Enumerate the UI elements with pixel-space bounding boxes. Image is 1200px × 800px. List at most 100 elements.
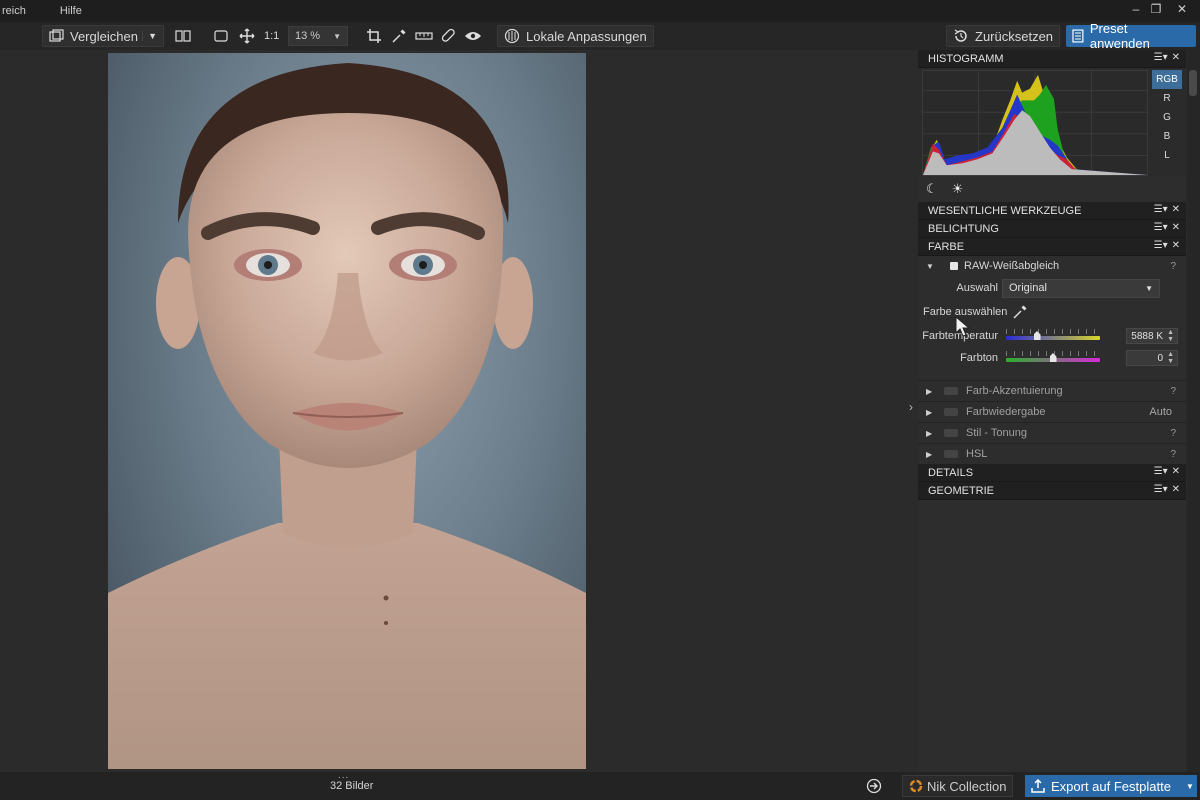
scrollbar-thumb[interactable]: [1189, 70, 1197, 96]
local-adjustments-label: Lokale Anpassungen: [526, 28, 647, 44]
caret-right-icon[interactable]: ▶: [926, 408, 940, 417]
channel-rgb[interactable]: RGB: [1152, 70, 1182, 89]
nik-collection-button[interactable]: Nik Collection: [902, 775, 1014, 797]
reset-button[interactable]: Zurücksetzen: [946, 25, 1061, 47]
histogram-channels: RGB R G B L: [1152, 70, 1182, 165]
move-icon[interactable]: [236, 25, 258, 47]
channel-g[interactable]: G: [1152, 108, 1182, 127]
zoom-value: 13 %: [295, 30, 321, 42]
sun-icon[interactable]: ☀: [952, 181, 964, 197]
channel-r[interactable]: R: [1152, 89, 1182, 108]
close-icon[interactable]: ✕: [1172, 52, 1180, 63]
help-icon[interactable]: ?: [1170, 386, 1176, 397]
tint-row: Farbton 0 ▲ ▼: [918, 348, 1186, 368]
caret-right-icon[interactable]: ▶: [926, 450, 940, 459]
color-rendering-mode: Auto: [1149, 406, 1172, 418]
menu-item-bereich[interactable]: reich: [0, 5, 38, 17]
style-toning-toggle[interactable]: [944, 429, 958, 437]
zoom-one-to-one-button[interactable]: 1:1: [258, 25, 285, 47]
white-balance-toggle[interactable]: [950, 262, 958, 270]
menu-item-hilfe[interactable]: Hilfe: [58, 5, 94, 17]
histogram-graph: [922, 70, 1148, 176]
color-accent-subsection[interactable]: ▶ Farb-Akzentuierung ?: [918, 381, 1186, 401]
panel-collapse-handle[interactable]: ›: [909, 400, 913, 414]
temperature-slider[interactable]: [1006, 329, 1100, 343]
hsl-toggle[interactable]: [944, 450, 958, 458]
fit-screen-icon[interactable]: [210, 25, 232, 47]
portrait-photo[interactable]: [108, 53, 586, 769]
hsl-subsection[interactable]: ▶ HSL ?: [918, 444, 1186, 464]
caret-right-icon[interactable]: ▶: [926, 387, 940, 396]
next-image-button[interactable]: [860, 775, 888, 797]
chevron-down-icon: ▼: [1186, 781, 1194, 791]
geometry-header[interactable]: GEOMETRIE ☰▾ ✕: [918, 482, 1186, 500]
color-rendering-subsection[interactable]: ▶ Farbwiedergabe Auto: [918, 402, 1186, 422]
style-toning-subsection[interactable]: ▶ Stil - Tonung ?: [918, 423, 1186, 443]
tool-panel: HISTOGRAMM ☰▾ ✕ RGB R G B L ☾ ☀ WESENTLIC…: [918, 50, 1186, 772]
eye-icon[interactable]: [462, 25, 484, 47]
channel-b[interactable]: B: [1152, 127, 1182, 146]
restore-button[interactable]: ❐: [1146, 2, 1166, 16]
apply-preset-label: Preset anwenden: [1089, 21, 1150, 51]
spinner-icon[interactable]: ▲ ▼: [1167, 329, 1174, 343]
export-button[interactable]: Export auf Festplatte: [1025, 775, 1183, 797]
eyedropper-icon[interactable]: [1012, 304, 1028, 320]
menu-icon[interactable]: ☰▾: [1154, 222, 1168, 233]
compare-button[interactable]: Vergleichen ▼: [42, 25, 164, 47]
close-window-button[interactable]: ✕: [1172, 2, 1192, 16]
close-icon[interactable]: ✕: [1172, 484, 1180, 495]
straighten-icon[interactable]: [413, 25, 435, 47]
menu-icon[interactable]: ☰▾: [1154, 466, 1168, 477]
nik-collection-label: Nik Collection: [927, 778, 1007, 794]
help-icon[interactable]: ?: [1170, 449, 1176, 460]
caret-down-icon[interactable]: ▼: [926, 262, 940, 271]
tint-input[interactable]: 0 ▲ ▼: [1126, 350, 1178, 366]
white-balance-subsection[interactable]: ▼ RAW-Weißabgleich ?: [918, 256, 1186, 276]
color-rendering-toggle[interactable]: [944, 408, 958, 416]
close-icon[interactable]: ✕: [1172, 240, 1180, 251]
exposure-header[interactable]: BELICHTUNG ☰▾ ✕: [918, 220, 1186, 238]
details-header[interactable]: DETAILS ☰▾ ✕: [918, 464, 1186, 482]
crop-icon[interactable]: [363, 25, 385, 47]
close-icon[interactable]: ✕: [1172, 222, 1180, 233]
selection-row: Auswahl Original ▼: [918, 276, 1186, 300]
color-header[interactable]: FARBE ☰▾ ✕: [918, 238, 1186, 256]
chevron-down-icon[interactable]: ▼: [142, 31, 157, 41]
compare-icon: [49, 29, 64, 42]
histogram-header[interactable]: HISTOGRAMM ☰▾ ✕: [918, 50, 1186, 68]
menu-icon[interactable]: ☰▾: [1154, 240, 1168, 251]
help-icon[interactable]: ?: [1170, 428, 1176, 439]
menu-icon[interactable]: ☰▾: [1154, 484, 1168, 495]
image-canvas[interactable]: [0, 50, 908, 772]
menu-icon[interactable]: ☰▾: [1154, 52, 1168, 63]
export-label: Export auf Festplatte: [1051, 778, 1171, 794]
minimize-button[interactable]: –: [1126, 2, 1146, 16]
close-icon[interactable]: ✕: [1172, 204, 1180, 215]
selection-select[interactable]: Original ▼: [1002, 278, 1160, 298]
reset-icon: [954, 29, 967, 42]
moon-icon[interactable]: ☾: [926, 181, 938, 197]
channel-l[interactable]: L: [1152, 146, 1182, 165]
spinner-icon[interactable]: ▲ ▼: [1167, 351, 1174, 365]
split-view-icon[interactable]: [172, 25, 194, 47]
zoom-select[interactable]: 13 % ▼: [288, 26, 348, 46]
local-adjustments-button[interactable]: Lokale Anpassungen: [497, 25, 654, 47]
color-rendering-label: Farbwiedergabe: [966, 406, 1046, 418]
hsl-label: HSL: [966, 448, 988, 460]
apply-preset-button[interactable]: Preset anwenden: [1066, 21, 1196, 51]
color-accent-toggle[interactable]: [944, 387, 958, 395]
reset-label: Zurücksetzen: [975, 28, 1054, 44]
tint-label: Farbton: [960, 352, 998, 364]
temperature-input[interactable]: 5888 K ▲ ▼: [1126, 328, 1178, 344]
eyedropper-icon[interactable]: [388, 25, 410, 47]
menu-icon[interactable]: ☰▾: [1154, 204, 1168, 215]
histogram-area: RGB R G B L: [918, 68, 1186, 176]
panel-scrollbar[interactable]: [1187, 50, 1200, 772]
help-icon[interactable]: ?: [1170, 261, 1176, 272]
caret-right-icon[interactable]: ▶: [926, 429, 940, 438]
export-options-button[interactable]: ▼: [1183, 775, 1197, 797]
essentials-header[interactable]: WESENTLICHE WERKZEUGE ☰▾ ✕: [918, 202, 1186, 220]
close-icon[interactable]: ✕: [1172, 466, 1180, 477]
repair-icon[interactable]: [438, 25, 460, 47]
tint-slider[interactable]: [1006, 351, 1100, 365]
